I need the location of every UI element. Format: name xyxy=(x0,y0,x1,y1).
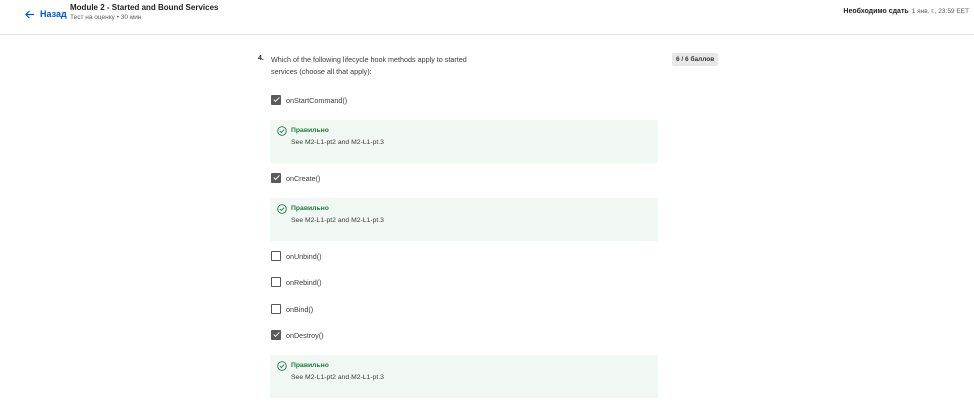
check-circle-icon xyxy=(277,204,287,214)
option-onrebind[interactable]: onRebind() xyxy=(271,276,322,288)
option-label: onStartCommand() xyxy=(286,95,348,105)
points-badge: 6 / 6 баллов xyxy=(672,53,719,66)
option-ondestroy[interactable]: onDestroy() xyxy=(271,329,324,341)
page-subtitle: Тест на оценку • 30 мин xyxy=(70,14,142,21)
feedback-title: Правильно xyxy=(291,127,329,134)
checkbox-unchecked[interactable] xyxy=(271,304,281,314)
question-text: Which of the following lifecycle hook me… xyxy=(271,55,467,76)
checkbox-checked[interactable] xyxy=(271,95,281,105)
check-circle-icon xyxy=(277,361,287,371)
page-title: Module 2 - Started and Bound Services xyxy=(70,3,219,12)
option-label: onCreate() xyxy=(286,173,321,183)
checkbox-unchecked[interactable] xyxy=(271,277,281,287)
option-onbind[interactable]: onBind() xyxy=(271,303,313,315)
checkbox-checked[interactable] xyxy=(271,330,281,340)
top-bar: Назад Module 2 - Started and Bound Servi… xyxy=(0,0,974,35)
due-info: Необходимо сдать 1 янв. г., 23:59 EET xyxy=(843,8,969,15)
checkbox-unchecked[interactable] xyxy=(271,251,281,261)
feedback-note: See M2-L1-pt2 and M2-L1-pt.3 xyxy=(291,217,384,224)
checkbox-checked[interactable] xyxy=(271,173,281,183)
back-button[interactable]: Назад xyxy=(24,7,67,21)
option-label: onRebind() xyxy=(286,277,322,287)
option-onstartcommand[interactable]: onStartCommand() xyxy=(271,94,347,106)
arrow-left-icon xyxy=(25,10,35,18)
due-date: 1 янв. г., 23:59 EET xyxy=(911,8,969,15)
check-circle-icon xyxy=(277,126,287,136)
back-label: Назад xyxy=(40,9,67,19)
feedback-title: Правильно xyxy=(291,362,329,369)
option-onunbind[interactable]: onUnbind() xyxy=(271,250,322,262)
due-label: Необходимо сдать xyxy=(843,8,909,15)
option-label: onBind() xyxy=(286,304,314,314)
feedback-correct: Правильно See M2-L1-pt2 and M2-L1-pt.3 xyxy=(270,198,658,241)
option-label: onDestroy() xyxy=(286,330,324,340)
feedback-correct: Правильно See M2-L1-pt2 and M2-L1-pt.3 xyxy=(270,355,658,398)
option-label: onUnbind() xyxy=(286,251,322,261)
feedback-note: See M2-L1-pt2 and M2-L1-pt.3 xyxy=(291,139,384,146)
question-number: 4. xyxy=(258,55,264,62)
option-oncreate[interactable]: onCreate() xyxy=(271,172,320,184)
feedback-note: See M2-L1-pt2 and M2-L1-pt.3 xyxy=(291,374,384,381)
feedback-correct: Правильно See M2-L1-pt2 and M2-L1-pt.3 xyxy=(270,120,658,163)
feedback-title: Правильно xyxy=(291,205,329,212)
